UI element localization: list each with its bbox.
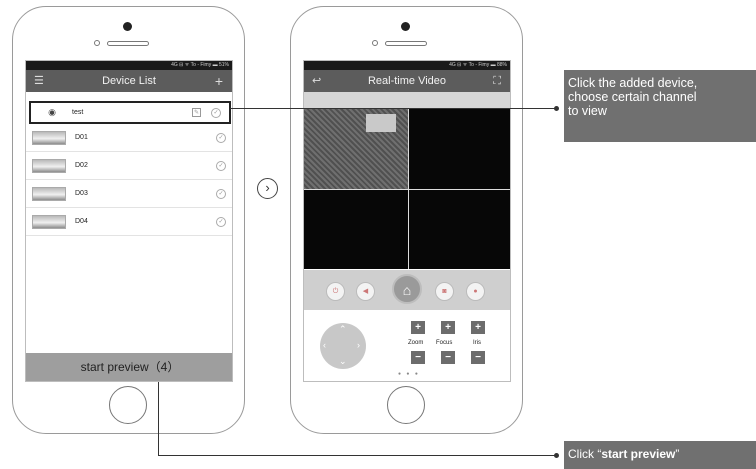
- iris-label: Iris: [473, 340, 481, 346]
- video-channel-1[interactable]: [304, 109, 408, 189]
- ptz-direction-pad[interactable]: ⌃ ⌄ ‹ ›: [320, 323, 366, 369]
- front-camera: [401, 22, 410, 31]
- check-icon[interactable]: ✓: [216, 132, 226, 143]
- title-bar: ☰ Device List +: [26, 70, 232, 92]
- zoom-label: Zoom: [408, 340, 424, 346]
- home-button[interactable]: [109, 386, 147, 424]
- callout-start-preview: Click “start preview”: [564, 441, 756, 469]
- ptz-panel: ⌃ ⌄ ‹ › + + + Zoom Focus Iris − − − ● ● …: [304, 311, 510, 381]
- page-title: Device List: [102, 75, 156, 87]
- toolbar-strip: [304, 92, 510, 109]
- home-icon[interactable]: ⌂: [392, 274, 422, 304]
- callout-bold-text: start preview: [601, 447, 676, 461]
- device-thumbnail: [32, 186, 66, 201]
- fullscreen-icon[interactable]: ⛶: [493, 70, 501, 92]
- list-icon[interactable]: ☰: [34, 70, 44, 92]
- video-channel-3[interactable]: [304, 189, 408, 269]
- chevron-up-icon[interactable]: ⌃: [339, 324, 347, 335]
- video-grid: [304, 109, 510, 269]
- chevron-right-icon: ›: [257, 178, 278, 199]
- callout-line-device: [230, 108, 555, 109]
- device-name: D03: [75, 190, 88, 197]
- device-row-d03[interactable]: D03 ✓: [26, 180, 232, 208]
- check-icon[interactable]: ✓: [216, 188, 226, 199]
- device-row-test[interactable]: ◉ test ✎ ✓: [29, 101, 231, 124]
- phone-real-time-video: 4G ⊟ ᯤ To - Fimy ▬ 88% ↩ Real-time Video…: [290, 6, 523, 434]
- status-bar: 4G ⊟ ᯤ To - Fimy ▬ 51%: [26, 61, 232, 70]
- callout-dot: [554, 453, 559, 458]
- control-panel-top: ⏻ ◀ ⌂ ◙ ●: [304, 270, 510, 310]
- device-name: D01: [75, 134, 88, 141]
- edit-icon[interactable]: ✎: [192, 107, 201, 117]
- page-title: Real-time Video: [367, 75, 447, 87]
- device-thumbnail: [32, 214, 66, 229]
- title-bar: ↩ Real-time Video ⛶: [304, 70, 510, 92]
- callout-click-device: Click the added device, choose certain c…: [564, 70, 756, 142]
- check-icon[interactable]: ✓: [211, 107, 221, 118]
- earpiece-speaker: [385, 41, 427, 46]
- callout-dot: [554, 106, 559, 111]
- chevron-left-icon[interactable]: ‹: [323, 340, 326, 350]
- device-row-d01[interactable]: D01 ✓: [26, 124, 232, 152]
- device-row-d04[interactable]: D04 ✓: [26, 208, 232, 236]
- device-name: D04: [75, 218, 88, 225]
- plus-icon[interactable]: +: [215, 70, 223, 92]
- device-thumbnail: [32, 130, 66, 145]
- camera-icon: ◉: [48, 107, 56, 117]
- callout-text-line: Click the added device,: [568, 76, 698, 90]
- power-icon[interactable]: ⏻: [326, 282, 345, 301]
- snapshot-icon[interactable]: ◙: [435, 282, 454, 301]
- callout-line-preview-vertical: [158, 382, 159, 455]
- proximity-sensor: [372, 40, 378, 46]
- focus-plus-button[interactable]: +: [441, 321, 455, 334]
- device-name: test: [72, 109, 84, 116]
- device-thumbnail: [32, 158, 66, 173]
- earpiece-speaker: [107, 41, 149, 46]
- back-arrow-icon[interactable]: ↩: [312, 70, 321, 92]
- record-icon[interactable]: ●: [466, 282, 485, 301]
- focus-label: Focus: [436, 340, 453, 346]
- callout-text: ”: [675, 447, 680, 461]
- device-row-d02[interactable]: D02 ✓: [26, 152, 232, 180]
- zoom-plus-button[interactable]: +: [411, 321, 425, 334]
- proximity-sensor: [94, 40, 100, 46]
- chevron-down-icon[interactable]: ⌄: [339, 356, 347, 367]
- callout-text-line: choose certain channel: [568, 90, 697, 104]
- video-channel-4[interactable]: [408, 189, 510, 269]
- start-preview-button[interactable]: start preview（4）: [26, 353, 232, 381]
- page-indicator: ● ● ●: [398, 371, 420, 377]
- video-frame: [366, 114, 396, 132]
- status-bar: 4G ⊟ ᯤ To - Fimy ▬ 88%: [304, 61, 510, 70]
- zoom-minus-button[interactable]: −: [411, 351, 425, 364]
- iris-minus-button[interactable]: −: [471, 351, 485, 364]
- device-list: ◉ test ✎ ✓ D01 ✓ D02 ✓ D03 ✓ D04 ✓: [26, 97, 232, 236]
- audio-icon[interactable]: ◀: [356, 282, 375, 301]
- chevron-right-icon[interactable]: ›: [357, 340, 360, 350]
- callout-text: Click “: [568, 447, 602, 461]
- front-camera: [123, 22, 132, 31]
- home-button[interactable]: [387, 386, 425, 424]
- check-icon[interactable]: ✓: [216, 216, 226, 227]
- check-icon[interactable]: ✓: [216, 160, 226, 171]
- phone-device-list: 4G ⊟ ᯤ To - Fimy ▬ 51% ☰ Device List + ◉…: [12, 6, 245, 434]
- device-name: D02: [75, 162, 88, 169]
- focus-minus-button[interactable]: −: [441, 351, 455, 364]
- callout-text-line: to view: [568, 104, 607, 118]
- video-channel-2[interactable]: [408, 109, 510, 189]
- iris-plus-button[interactable]: +: [471, 321, 485, 334]
- callout-line-preview: [158, 455, 555, 456]
- device-list-screen: 4G ⊟ ᯤ To - Fimy ▬ 51% ☰ Device List + ◉…: [25, 60, 233, 382]
